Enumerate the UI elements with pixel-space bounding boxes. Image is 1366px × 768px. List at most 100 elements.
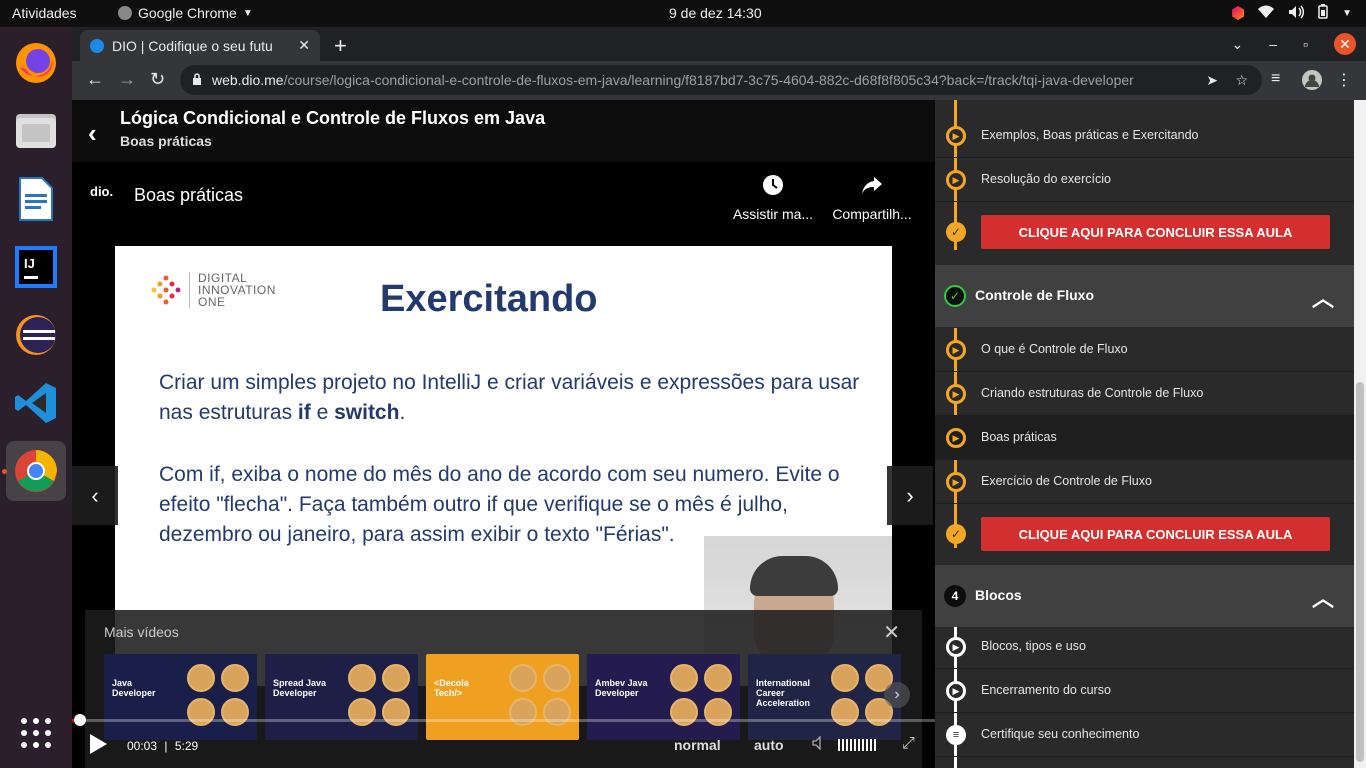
url-path: /course/logica-condicional-e-controle-de…: [283, 72, 1134, 88]
send-to-devices-icon[interactable]: ➤: [1206, 72, 1218, 89]
play-circle-icon: ▶: [946, 428, 966, 448]
browser-tab[interactable]: DIO | Codifique o seu futu ✕: [80, 30, 320, 61]
media-queue-icon[interactable]: ≡: [1271, 70, 1280, 88]
lesson-item[interactable]: ▶ Criando estruturas de Controle de Flux…: [935, 372, 1354, 416]
chevron-up-icon[interactable]: ︿: [1312, 581, 1334, 613]
lesson-subtitle: Boas práticas: [120, 133, 212, 149]
chevron-up-icon[interactable]: ︿: [1312, 281, 1334, 313]
module-header-controle[interactable]: ✓ Controle de Fluxo ︿: [935, 265, 1354, 327]
chrome-icon[interactable]: [6, 441, 66, 501]
minimize-button[interactable]: –: [1269, 36, 1277, 52]
back-arrow-icon[interactable]: ←: [86, 69, 104, 90]
playback-speed-button[interactable]: normal: [674, 737, 721, 753]
share-button[interactable]: Compartilh...: [827, 174, 917, 222]
chrome-menu-icon[interactable]: ⋮: [1336, 70, 1352, 90]
intellij-icon[interactable]: IJ: [6, 237, 66, 297]
progress-bar[interactable]: [72, 714, 935, 726]
video-title[interactable]: Boas práticas: [134, 185, 243, 206]
address-bar[interactable]: web.dio.me/course/logica-condicional-e-c…: [180, 65, 1262, 95]
clock[interactable]: 9 de dez 14:30: [669, 5, 762, 21]
lesson-item[interactable]: ≡ Certifique seu conhecimento: [935, 713, 1354, 757]
url-host: web.dio.me: [212, 72, 284, 88]
time-display: 00:03 | 5:29: [127, 739, 198, 753]
forward-arrow-icon[interactable]: →: [118, 69, 136, 90]
app-menu-label: Google Chrome: [138, 5, 237, 21]
profile-avatar-icon[interactable]: [1302, 70, 1322, 95]
conclude-lesson-button[interactable]: CLIQUE AQUI PARA CONCLUIR ESSA AULA: [981, 215, 1330, 249]
slide-paragraph-1: Criar um simples projeto no IntelliJ e c…: [159, 368, 879, 428]
scrollbar-thumb[interactable]: [1356, 382, 1364, 762]
speaker-avatar: [221, 664, 249, 692]
volume-tray-icon[interactable]: [1288, 5, 1305, 22]
show-apps-grid-icon[interactable]: [6, 703, 66, 763]
speaker-avatar: [704, 664, 732, 692]
tab-close-icon[interactable]: ✕: [298, 37, 310, 54]
lesson-item-current[interactable]: ▶ Boas práticas: [935, 416, 1354, 460]
module-title: Blocos: [975, 587, 1022, 603]
activities-button[interactable]: Atividades: [12, 5, 77, 21]
next-video-button[interactable]: ›: [887, 466, 933, 525]
play-circle-icon: ▶: [946, 170, 966, 190]
page-scrollbar[interactable]: [1354, 100, 1366, 768]
browser-toolbar: ← → ↻ web.dio.me/course/logica-condicion…: [72, 61, 1366, 100]
lesson-label: Exemplos, Boas práticas e Exercitando: [981, 128, 1199, 142]
system-tray[interactable]: ▼: [1232, 4, 1352, 22]
check-circle-icon: ✓: [944, 285, 966, 307]
lesson-label: O que é Controle de Fluxo: [981, 342, 1128, 356]
conclude-row: ✓ CLIQUE AQUI PARA CONCLUIR ESSA AULA: [935, 205, 1354, 259]
thumbnail-title: International Career Acceleration: [756, 678, 811, 708]
new-tab-button[interactable]: +: [334, 33, 347, 59]
volume-slider[interactable]: [838, 739, 878, 751]
lesson-item[interactable]: ▶ Encerramento do curso: [935, 669, 1354, 713]
lesson-item[interactable]: ▶ Exercício de Controle de Fluxo: [935, 460, 1354, 504]
app-menu[interactable]: Google Chrome ▼: [118, 5, 253, 21]
fullscreen-icon[interactable]: ⤢: [902, 735, 915, 753]
play-circle-icon: ▶: [946, 472, 966, 492]
colorpicker-tray-icon[interactable]: [1232, 6, 1245, 20]
window-controls: ⌄ – ▫ ✕: [1232, 33, 1356, 55]
lesson-item[interactable]: ▶ Blocos, tipos e uso: [935, 625, 1354, 669]
thumbnail-title: Spread Java Developer: [273, 678, 327, 698]
more-videos-label: Mais vídeos: [104, 624, 179, 640]
libreoffice-writer-icon[interactable]: [6, 169, 66, 229]
lesson-label: Boas práticas: [981, 430, 1057, 444]
more-videos-next-icon[interactable]: ›: [884, 682, 910, 708]
reload-icon[interactable]: ↻: [150, 69, 165, 90]
lesson-label: Encerramento do curso: [981, 683, 1111, 697]
volume-icon[interactable]: [812, 735, 826, 753]
lesson-label: Resolução do exercício: [981, 172, 1111, 186]
quality-button[interactable]: auto: [754, 737, 784, 753]
progress-scrubber[interactable]: [73, 714, 86, 726]
lesson-item[interactable]: ▶ Resolução do exercício: [935, 158, 1354, 202]
thumbnail-title: Java Developer: [112, 678, 156, 698]
play-circle-icon: ▶: [946, 384, 966, 404]
check-icon: ✓: [946, 524, 966, 544]
eclipse-icon[interactable]: [6, 305, 66, 365]
duration: 5:29: [174, 739, 199, 753]
previous-video-button[interactable]: ‹: [72, 466, 118, 525]
firefox-icon[interactable]: [6, 33, 66, 93]
files-icon[interactable]: [6, 101, 66, 161]
power-menu-caret-icon[interactable]: ▼: [1342, 8, 1352, 19]
close-window-button[interactable]: ✕: [1334, 33, 1356, 55]
play-icon[interactable]: [88, 733, 108, 761]
more-videos-close-icon[interactable]: ✕: [883, 620, 900, 645]
speaker-avatar: [831, 664, 859, 692]
vscode-icon[interactable]: [6, 373, 66, 433]
channel-logo[interactable]: dio.: [90, 184, 113, 199]
lesson-item[interactable]: ▶ O que é Controle de Fluxo: [935, 328, 1354, 372]
tab-search-chevron-icon[interactable]: ⌄: [1232, 36, 1244, 53]
thumbnail-title: <Decola Tech/>: [434, 678, 469, 698]
maximize-button[interactable]: ▫: [1303, 36, 1308, 52]
bookmark-star-icon[interactable]: ☆: [1235, 72, 1248, 89]
lock-icon[interactable]: [192, 72, 202, 88]
conclude-lesson-button[interactable]: CLIQUE AQUI PARA CONCLUIR ESSA AULA: [981, 517, 1330, 551]
back-chevron-icon[interactable]: ‹: [88, 118, 97, 149]
wifi-icon[interactable]: [1258, 5, 1275, 22]
watch-later-button[interactable]: Assistir ma...: [728, 174, 818, 222]
speaker-avatar: [543, 664, 571, 692]
lesson-item[interactable]: ▶ Exemplos, Boas práticas e Exercitando: [935, 114, 1354, 158]
video-player[interactable]: dio. Boas práticas Assistir ma... Compar…: [72, 162, 935, 768]
battery-icon[interactable]: [1318, 4, 1328, 22]
module-header-blocos[interactable]: 4 Blocos ︿: [935, 565, 1354, 627]
